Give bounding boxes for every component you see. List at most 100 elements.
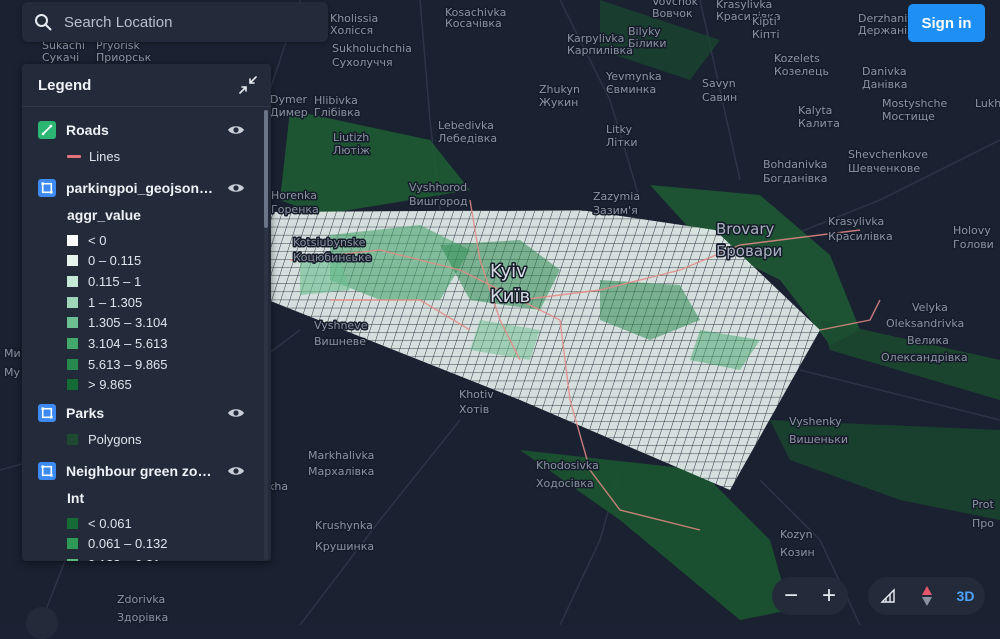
bottom-expand-button[interactable] xyxy=(26,607,58,639)
legend-item-label: 3.104 – 5.613 xyxy=(88,336,168,351)
legend-layer-row[interactable]: parkingpoi_geojson_... xyxy=(38,177,248,199)
place-label: Олександрівка xyxy=(881,351,968,364)
legend-swatch xyxy=(67,317,78,329)
legend-layer-row[interactable]: Roads xyxy=(38,119,248,141)
place-label: Krasylivka xyxy=(828,215,884,228)
legend-item-label: Polygons xyxy=(88,431,142,447)
place-label: My xyxy=(4,366,20,379)
legend-title: Legend xyxy=(38,76,92,94)
place-label: Богданівка xyxy=(763,172,828,185)
legend-swatch xyxy=(67,275,78,287)
place-label: Velyka xyxy=(912,301,948,314)
legend-attribute: Int xyxy=(67,490,85,506)
visibility-eye-icon[interactable] xyxy=(227,462,245,480)
legend-item: Polygons xyxy=(67,430,141,448)
place-label: Ходосівка xyxy=(536,477,594,490)
place-label: Kalyta xyxy=(798,104,832,117)
legend-item: 0.115 – 1 xyxy=(67,272,141,290)
legend-swatch xyxy=(67,255,78,267)
legend-swatch xyxy=(67,154,81,158)
legend-item: 0 – 0.115 xyxy=(67,252,141,270)
legend-attribute: aggr_value xyxy=(67,207,141,223)
place-label: Кіпті xyxy=(752,28,780,41)
place-label: Данівка xyxy=(862,78,907,91)
search-input[interactable] xyxy=(62,12,328,32)
3d-toggle-button[interactable]: 3D xyxy=(951,581,981,611)
zoom-in-button[interactable]: + xyxy=(814,581,844,611)
place-label: Коцюбинське xyxy=(293,251,372,264)
legend-swatch xyxy=(67,558,78,561)
place-label: Вишневе xyxy=(314,335,366,348)
place-label: Lebedivka xyxy=(438,119,494,132)
place-label: Шевченкове xyxy=(848,162,920,175)
legend-layer-name: Roads xyxy=(66,122,109,138)
place-label: Літки xyxy=(606,136,638,149)
place-label: Крушинка xyxy=(315,540,374,553)
legend-item-label: 1 – 1.305 xyxy=(88,294,143,310)
legend-item: < 0 xyxy=(67,231,106,249)
place-label: Горенка xyxy=(271,203,319,216)
compass-button[interactable] xyxy=(912,581,942,611)
place-label: Мархалівка xyxy=(308,465,374,478)
place-label: Prot xyxy=(972,498,994,511)
place-label: Лебедівка xyxy=(438,132,497,145)
legend-item-label: 0.132 – 0.21 xyxy=(88,557,160,561)
legend-layer-name: parkingpoi_geojson_... xyxy=(66,180,216,196)
place-label: Horenka xyxy=(271,189,317,202)
zoom-controls: − + xyxy=(772,577,848,615)
search-bar[interactable] xyxy=(22,2,328,42)
place-label: Vyshneve xyxy=(314,319,368,332)
place-label: Приорськ xyxy=(96,51,152,64)
legend-swatch xyxy=(67,379,78,391)
tilt-button[interactable] xyxy=(873,581,903,611)
place-label: Mostyshche xyxy=(882,97,947,110)
legend-body[interactable]: Roads Lines parkingpoi_geojson_... aggr_val… xyxy=(22,107,263,561)
place-label: Мостище xyxy=(882,110,935,123)
place-label: Sukholuchchia xyxy=(332,42,412,55)
place-label: Козин xyxy=(780,546,815,559)
legend-item: 3.104 – 5.613 xyxy=(67,335,168,353)
place-label: Zdorivka xyxy=(117,593,165,606)
place-label: Зазим'я xyxy=(593,204,638,217)
place-label: Білики xyxy=(628,37,667,50)
place-label: Kozyn xyxy=(780,528,813,541)
legend-item-label: 1.305 – 3.104 xyxy=(88,315,168,331)
legend-layer-row[interactable]: Parks xyxy=(38,402,248,424)
visibility-eye-icon[interactable] xyxy=(227,404,245,422)
place-label: Brovary xyxy=(716,220,775,238)
legend-item-label: 5.613 – 9.865 xyxy=(88,356,168,372)
place-label: Димер xyxy=(270,106,308,119)
place-label: Хотів xyxy=(459,403,489,416)
view-controls: 3D xyxy=(868,577,985,615)
place-label: Про xyxy=(972,517,994,530)
polygon-layer-icon xyxy=(38,462,56,480)
legend-panel: Legend Roads Lines parkingpoi_geojson_... a… xyxy=(22,64,271,561)
legend-layer-row[interactable]: Neighbour green zones xyxy=(38,460,248,482)
legend-swatch xyxy=(67,338,78,349)
place-label: Litky xyxy=(606,123,632,136)
place-label: Krushynka xyxy=(315,519,373,532)
legend-item: 1 – 1.305 xyxy=(67,293,142,311)
collapse-icon[interactable] xyxy=(239,76,257,94)
legend-item: 0.061 – 0.132 xyxy=(67,535,168,553)
place-label: Kipti xyxy=(752,15,777,28)
sign-in-button[interactable]: Sign in xyxy=(908,4,985,42)
legend-scroll-thumb[interactable] xyxy=(264,110,268,228)
place-label: Сукачі xyxy=(42,51,79,64)
place-label: Zhukyn xyxy=(539,83,580,96)
legend-item-label: < 0.061 xyxy=(88,515,132,531)
tilt-icon xyxy=(879,588,895,603)
place-label: Lukh xyxy=(975,97,1000,110)
place-label: Vyshhorod xyxy=(409,181,467,194)
legend-item: 0.132 – 0.21 xyxy=(67,555,160,561)
zoom-out-button[interactable]: − xyxy=(776,581,806,611)
place-label: Dymer xyxy=(270,93,307,106)
place-label: Yevmynka xyxy=(605,70,662,83)
visibility-eye-icon[interactable] xyxy=(227,121,245,139)
place-label: Kyiv xyxy=(490,261,527,282)
place-label: Вишеньки xyxy=(789,433,848,446)
visibility-eye-icon[interactable] xyxy=(227,179,245,197)
place-label: Жукин xyxy=(539,96,578,109)
place-label: Holovy xyxy=(953,224,991,237)
legend-swatch xyxy=(67,433,78,445)
